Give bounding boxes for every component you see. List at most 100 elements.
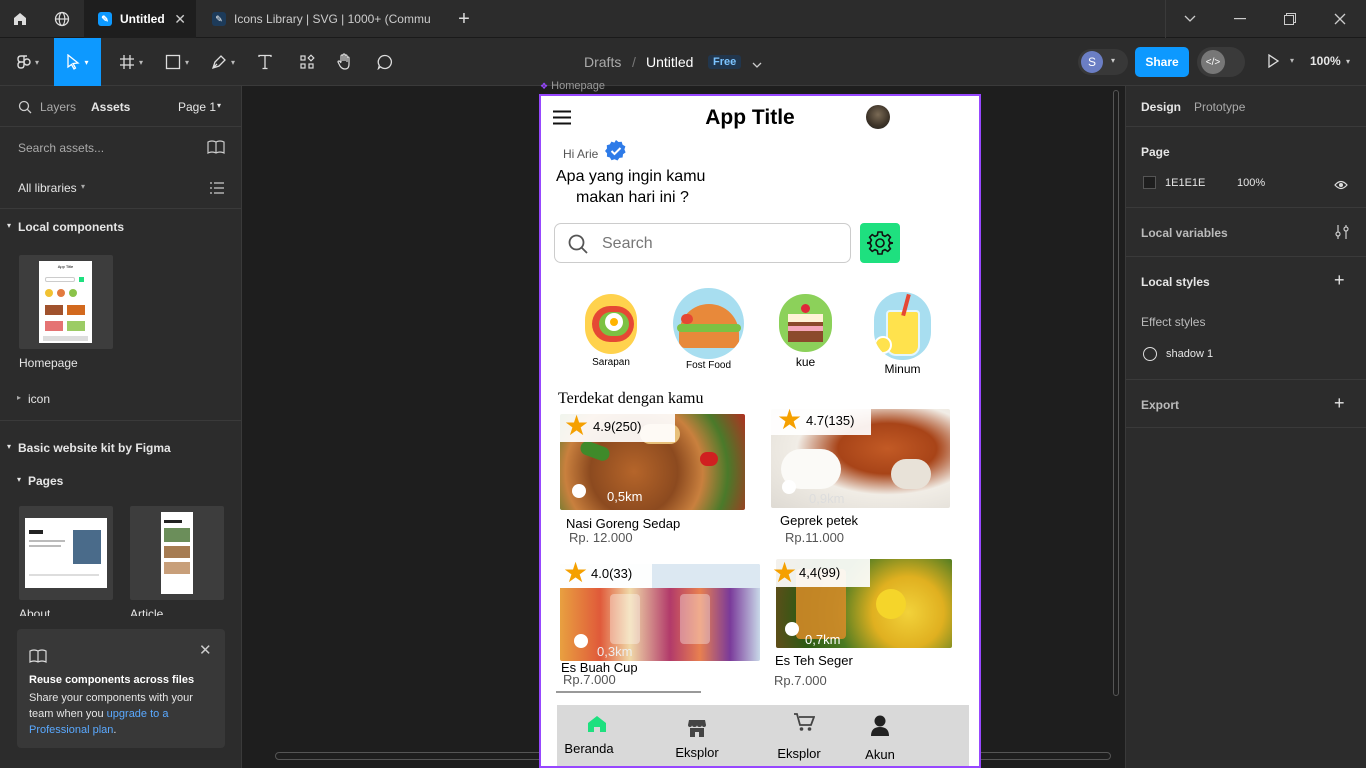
cart-icon[interactable] [793,712,816,737]
eye-icon[interactable] [1334,177,1348,195]
category-minum-icon[interactable] [874,292,931,360]
category-sarapan-icon[interactable] [585,294,637,354]
text-tool-button[interactable] [250,38,280,86]
hand-icon [337,53,350,70]
list-view-icon[interactable] [210,181,224,199]
tab-layers[interactable]: Layers [40,100,76,114]
component-homepage-thumb[interactable]: App Title [19,255,113,349]
globe-icon[interactable] [42,0,82,38]
category-kue-label[interactable]: kue [779,355,832,369]
nav-keranjang[interactable]: Eksplor [769,746,829,761]
section-local-components[interactable]: Local components [18,220,124,234]
file-name[interactable]: Untitled [646,54,693,70]
breadcrumb-drafts[interactable]: Drafts [584,54,621,70]
shape-tool-button[interactable]: ▾ [156,38,198,86]
food-name[interactable]: Nasi Goreng Sedap [566,516,680,531]
caret-right-icon[interactable]: ▸ [17,393,21,402]
add-style-icon[interactable]: + [1334,270,1345,291]
chevron-down-icon[interactable] [752,56,762,74]
caret-down-icon[interactable]: ▾ [7,442,11,451]
search-placeholder: Search [602,235,653,252]
chili-shape [700,452,718,466]
component-about-thumb[interactable] [19,506,113,600]
category-minum-label[interactable]: Minum [874,362,931,376]
library-basic-kit[interactable]: Basic website kit by Figma [18,441,171,455]
libraries-filter[interactable]: All libraries [18,181,77,195]
food-name[interactable]: Es Teh Seger [775,653,853,668]
multiplayer-menu[interactable]: S ▾ [1078,49,1128,75]
page-select[interactable]: Page 1 [178,100,216,114]
page-color-value[interactable]: 1E1E1E [1165,177,1205,189]
rating-badge: ★ 4.7(135) [771,404,871,435]
minimize-icon[interactable] [1222,0,1258,38]
category-fast-food-icon[interactable] [673,288,744,359]
home-icon[interactable] [587,715,607,738]
homepage-frame[interactable]: App Title Hi Arie Apa yang ingin kamu ma… [539,94,981,768]
component-icon: ❖ [540,81,549,91]
nav-akun[interactable]: Akun [855,747,905,762]
search-icon[interactable] [18,100,32,119]
store-icon[interactable] [687,718,707,743]
close-tab-icon[interactable]: ✕ [174,11,186,28]
location-pin-icon [785,622,799,636]
taco-lettuce-shape [677,324,741,332]
thumbnail-preview: App Title [39,261,92,343]
vertical-scrollbar[interactable] [1113,90,1119,696]
library-book-icon[interactable] [207,140,225,159]
user-icon[interactable] [871,715,889,742]
shadow-style[interactable]: shadow 1 [1166,348,1213,360]
category-sarapan-label[interactable]: Sarapan [585,357,637,368]
pen-tool-button[interactable]: ▾ [202,38,244,86]
chevron-down-icon[interactable]: ▾ [81,182,85,191]
component-set-icon[interactable]: icon [28,392,50,406]
food-price: Rp.11.000 [785,530,845,545]
star-icon: ★ [777,404,803,435]
chevron-down-icon[interactable]: ▾ [217,101,221,110]
tab-assets[interactable]: Assets [91,100,130,114]
component-article-thumb[interactable] [130,506,224,600]
add-export-icon[interactable]: + [1334,393,1345,414]
group-pages[interactable]: Pages [28,474,63,488]
home-icon[interactable] [0,0,40,38]
zoom-level[interactable]: 100% [1310,54,1341,68]
share-button[interactable]: Share [1135,47,1189,77]
nav-eksplor[interactable]: Eksplor [667,745,727,760]
search-input[interactable]: Search [554,223,851,263]
local-variables[interactable]: Local variables [1141,226,1228,240]
page-color-swatch[interactable] [1143,176,1156,189]
tab-design[interactable]: Design [1141,100,1181,114]
frame-tool-button[interactable]: ▾ [110,38,152,86]
resources-button[interactable] [292,38,322,86]
page-opacity[interactable]: 100% [1237,177,1265,189]
chevron-down-icon[interactable]: ▾ [1346,57,1350,66]
search-assets-input[interactable]: Search assets... [18,141,104,155]
filter-settings-button[interactable] [860,223,900,263]
promo-body: Share your components with your team whe… [29,690,215,738]
tab-untitled[interactable]: ✎ Untitled ✕ [84,0,196,38]
local-styles: Local styles [1141,275,1210,289]
tab-prototype[interactable]: Prototype [1194,100,1245,114]
caret-down-icon[interactable]: ▾ [7,221,11,230]
present-button[interactable]: ▾ [1266,53,1294,73]
main-menu-button[interactable]: ▾ [8,38,48,86]
tab-icons-library[interactable]: ✎ Icons Library | SVG | 1000+ (Commu [198,0,438,38]
category-fast-food-label[interactable]: Fost Food [673,360,744,371]
export-heading[interactable]: Export [1141,398,1179,412]
new-tab-icon[interactable]: + [448,0,480,38]
move-tool-button[interactable]: ▾ [54,38,101,86]
frame-label[interactable]: ❖ Homepage [540,80,605,92]
hand-tool-button[interactable] [330,38,360,86]
profile-avatar[interactable] [866,105,890,129]
dev-mode-toggle[interactable]: </> [1197,47,1245,77]
comment-tool-button[interactable] [370,38,400,86]
food-name[interactable]: Geprek petek [780,513,858,528]
restore-icon[interactable] [1272,0,1308,38]
nav-beranda[interactable]: Beranda [563,741,615,756]
variables-settings-icon[interactable] [1335,224,1349,245]
close-icon[interactable]: ✕ [199,641,212,659]
caret-down-icon[interactable]: ▾ [17,475,21,484]
avatar[interactable]: S [1081,51,1103,73]
chevron-down-icon[interactable] [1172,0,1208,38]
category-kue-icon[interactable] [779,294,832,352]
close-window-icon[interactable] [1322,0,1358,38]
